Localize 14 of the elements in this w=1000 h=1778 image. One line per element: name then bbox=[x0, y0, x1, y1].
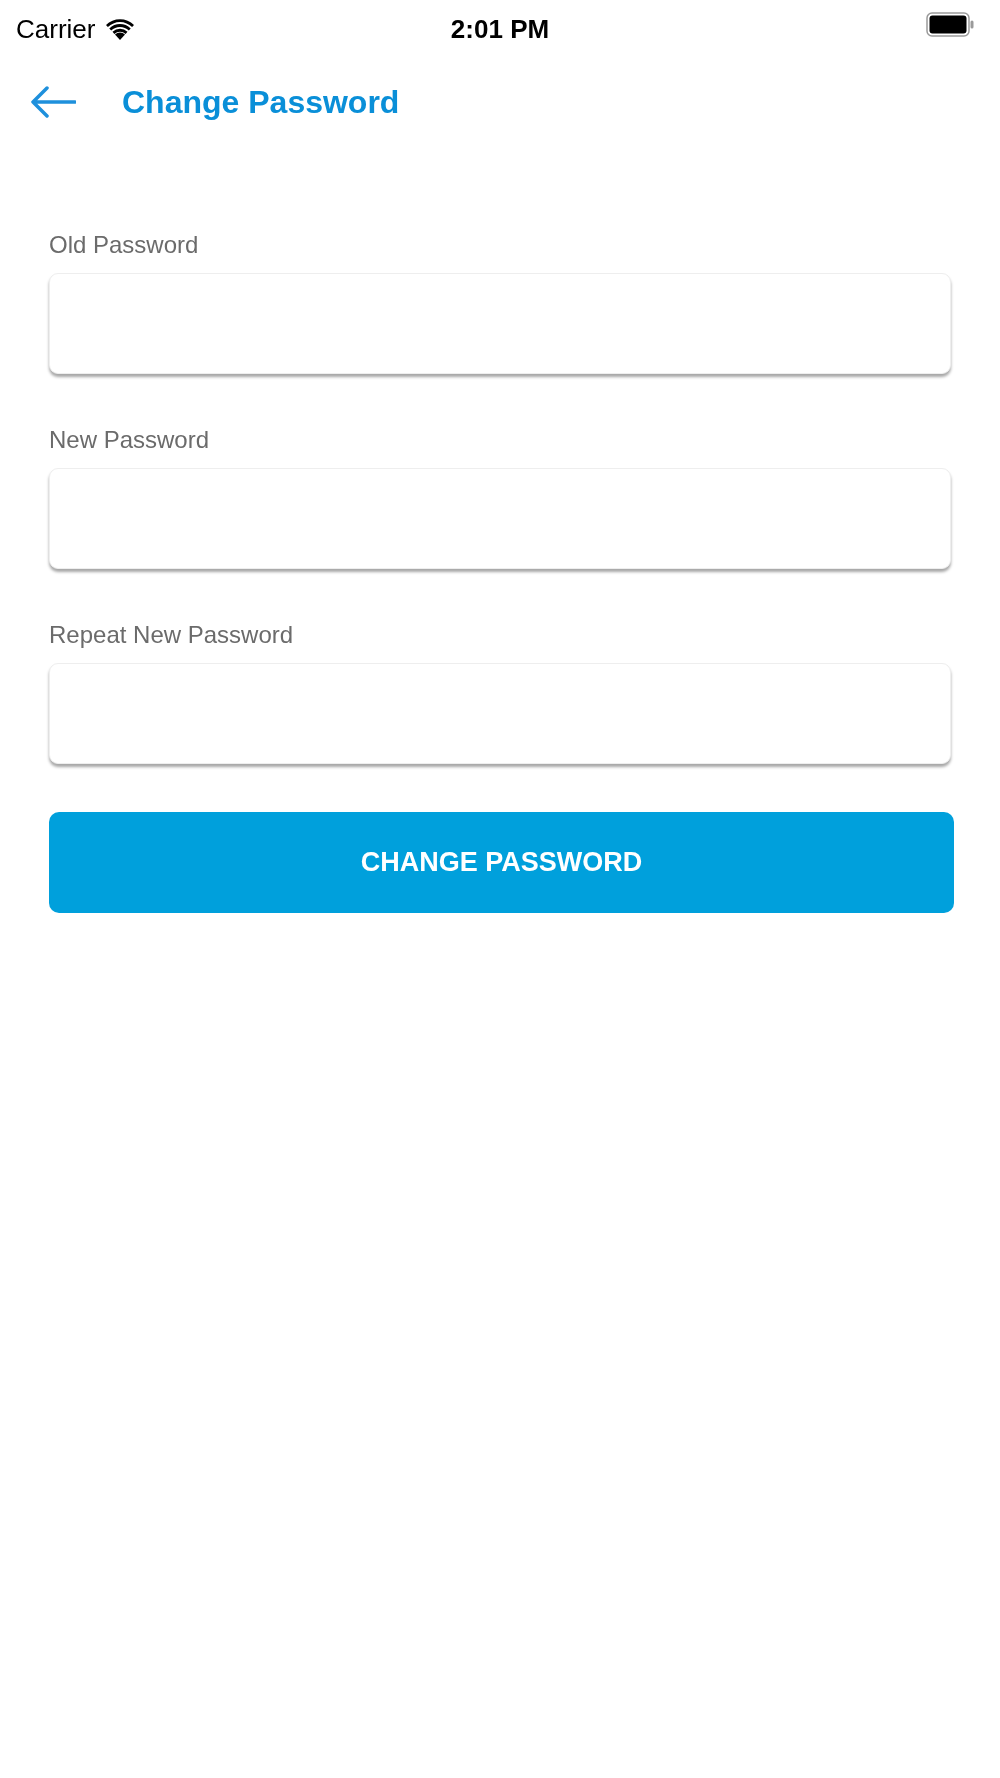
change-password-button[interactable]: CHANGE PASSWORD bbox=[49, 812, 954, 913]
field-label: New Password bbox=[49, 426, 211, 454]
page-title: Change Password bbox=[122, 83, 400, 122]
battery-icon bbox=[926, 12, 974, 37]
password-field[interactable] bbox=[49, 468, 951, 569]
back-button[interactable] bbox=[29, 86, 77, 118]
wifi-icon bbox=[105, 17, 136, 40]
field-label: Repeat New Password bbox=[49, 621, 295, 649]
password-field[interactable] bbox=[49, 663, 951, 764]
carrier-name: Carrier bbox=[16, 13, 96, 44]
clock-time: 2:01 PM bbox=[450, 13, 550, 44]
field-label: Old Password bbox=[49, 231, 200, 259]
back-arrow-icon bbox=[30, 86, 76, 118]
password-field[interactable] bbox=[49, 273, 951, 374]
